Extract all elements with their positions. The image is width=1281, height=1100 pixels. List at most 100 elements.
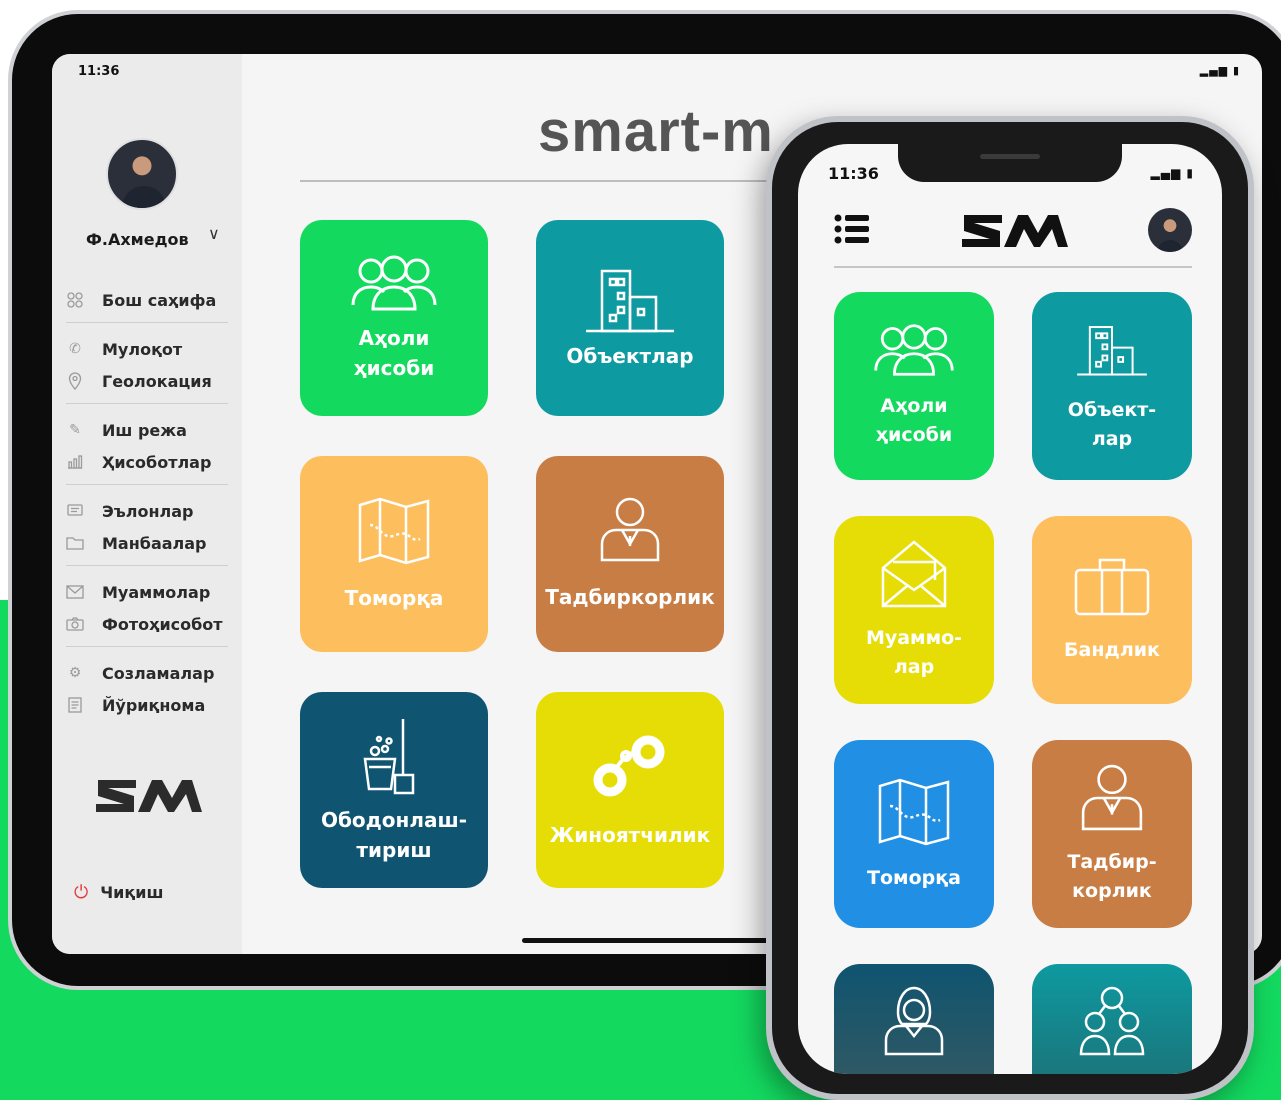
power-icon: ⏻ [74,882,89,903]
document-icon [66,696,84,714]
camera-icon [66,615,84,633]
gear-icon: ⚙ [68,665,82,681]
sidebar-item-problems[interactable]: Муаммолар [66,576,228,608]
menu-group: Муаммолар Фотоҳисобот [66,572,228,647]
menu-group: ⚙ Созламалар Йўриқнома [66,653,228,727]
sidebar-menu: Бош саҳифа ✆ Мулоқот Геолокация ✎ Иш реж… [66,280,228,733]
tile-team[interactable] [1032,964,1192,1074]
phone-screen: 11:36 ▂▄▆ ▮ Аҳоли ҳисоби Объект- лар Муа… [798,144,1222,1074]
map-icon [358,497,430,565]
chart-icon [66,453,84,471]
team-icon [1079,986,1145,1056]
sidebar-item-photo-report[interactable]: Фотоҳисобот [66,608,228,640]
envelope-icon [66,583,84,601]
businessman-icon [1081,764,1143,831]
tile-label: Жиноятчилик [549,823,711,847]
sidebar-item-work-plan[interactable]: ✎ Иш режа [66,414,228,446]
sidebar: 11:36 Ф.Ахмедов ∨ Бош саҳифа ✆ Мулоқот Г… [52,54,242,954]
chevron-down-icon[interactable]: ∨ [208,224,220,243]
businessman-icon [600,497,660,562]
tile-business[interactable]: Тадбиркорлик [536,456,724,652]
sidebar-item-geolocation[interactable]: Геолокация [66,365,228,397]
sidebar-item-home[interactable]: Бош саҳифа [66,284,228,316]
cleaning-icon [363,719,415,795]
status-time: 11:36 [78,64,120,79]
tile-label: Тадбир- корлик [1067,851,1157,902]
sidebar-item-label: Йўриқнома [102,695,206,715]
announcement-icon [66,502,84,520]
menu-group: ✆ Мулоқот Геолокация [66,329,228,404]
sidebar-item-label: Геолокация [102,371,212,391]
tile-label: Аҳоли ҳисоби [875,395,953,446]
phone-device: 11:36 ▂▄▆ ▮ Аҳоли ҳисоби Объект- лар Муа… [766,116,1254,1100]
sidebar-item-label: Мулоқот [102,339,183,359]
tile-population[interactable]: Аҳоли ҳисоби [300,220,488,416]
home-indicator[interactable] [522,938,782,943]
logout-button[interactable]: ⏻ Чиқиш [74,882,163,903]
tile-label: Объектлар [566,344,694,368]
sidebar-item-label: Эълонлар [102,501,194,521]
avatar[interactable] [1148,208,1192,252]
tile-label: Тадбиркорлик [545,585,715,609]
tile-business[interactable]: Тадбир- корлик [1032,740,1192,928]
sidebar-item-contacts[interactable]: ✆ Мулоқот [66,333,228,365]
folder-icon [66,534,84,552]
sidebar-item-label: Ҳисоботлар [102,452,212,472]
phone-icon: ✆ [69,341,81,357]
menu-icon[interactable] [834,214,870,244]
sidebar-item-label: Манбаалар [102,533,207,553]
map-icon [878,778,950,845]
sidebar-item-guide[interactable]: Йўриқнома [66,689,228,721]
tile-objects[interactable]: Объект- лар [1032,292,1192,480]
status-time: 11:36 [828,164,879,183]
sidebar-item-reports[interactable]: Ҳисоботлар [66,446,228,478]
woman-icon [884,986,944,1056]
sidebar-item-label: Муаммолар [102,582,211,602]
edit-icon: ✎ [69,422,81,438]
tile-crime[interactable]: Жиноятчилик [536,692,724,888]
tile-label: Объект- лар [1067,399,1157,450]
status-icons: ▂▄▆ ▮ [1150,166,1194,180]
brand-logo [94,774,204,824]
people-icon [874,324,954,376]
menu-group: Эълонлар Манбаалар [66,491,228,566]
handcuffs-icon [593,735,665,797]
tile-label: Муаммо- лар [865,627,963,678]
user-name[interactable]: Ф.Ахмедов [86,230,189,249]
building-icon [1077,326,1147,376]
location-pin-icon [66,372,84,390]
tile-population[interactable]: Аҳоли ҳисоби [834,292,994,480]
logout-label: Чиқиш [100,883,164,902]
tile-label: Ободонлаш- тириш [320,808,468,862]
people-icon [351,255,437,311]
tile-label: Томорқа [867,866,961,889]
sidebar-item-label: Бош саҳифа [102,290,217,310]
tile-employment[interactable]: Бандлик [1032,516,1192,704]
avatar[interactable] [106,138,178,210]
tile-problems[interactable]: Муаммо- лар [834,516,994,704]
tile-plot[interactable]: Томорқа [834,740,994,928]
tile-objects[interactable]: Объектлар [536,220,724,416]
building-icon [586,269,674,333]
tile-label: Бандлик [1064,638,1160,661]
sidebar-item-label: Созламалар [102,663,215,683]
status-icons: ▂▄▆ ▮ [1199,64,1240,77]
sidebar-item-sources[interactable]: Манбаалар [66,527,228,559]
tile-landscaping[interactable]: Ободонлаш- тириш [300,692,488,888]
grid-icon [66,291,84,309]
envelope-icon [881,540,947,608]
sidebar-item-label: Фотоҳисобот [102,614,223,634]
suitcase-icon [1074,558,1150,615]
tile-label: Томорқа [344,586,444,610]
sidebar-item-label: Иш режа [102,420,187,440]
tile-label: Аҳоли ҳисоби [353,326,435,380]
sidebar-item-settings[interactable]: ⚙ Созламалар [66,657,228,689]
tile-plot[interactable]: Томорқа [300,456,488,652]
brand-logo [960,208,1070,256]
page-title: smart-m [538,99,774,164]
phone-notch [898,144,1122,182]
menu-group: Бош саҳифа [66,280,228,323]
sidebar-item-announcements[interactable]: Эълонлар [66,495,228,527]
tile-women[interactable] [834,964,994,1074]
menu-group: ✎ Иш режа Ҳисоботлар [66,410,228,485]
